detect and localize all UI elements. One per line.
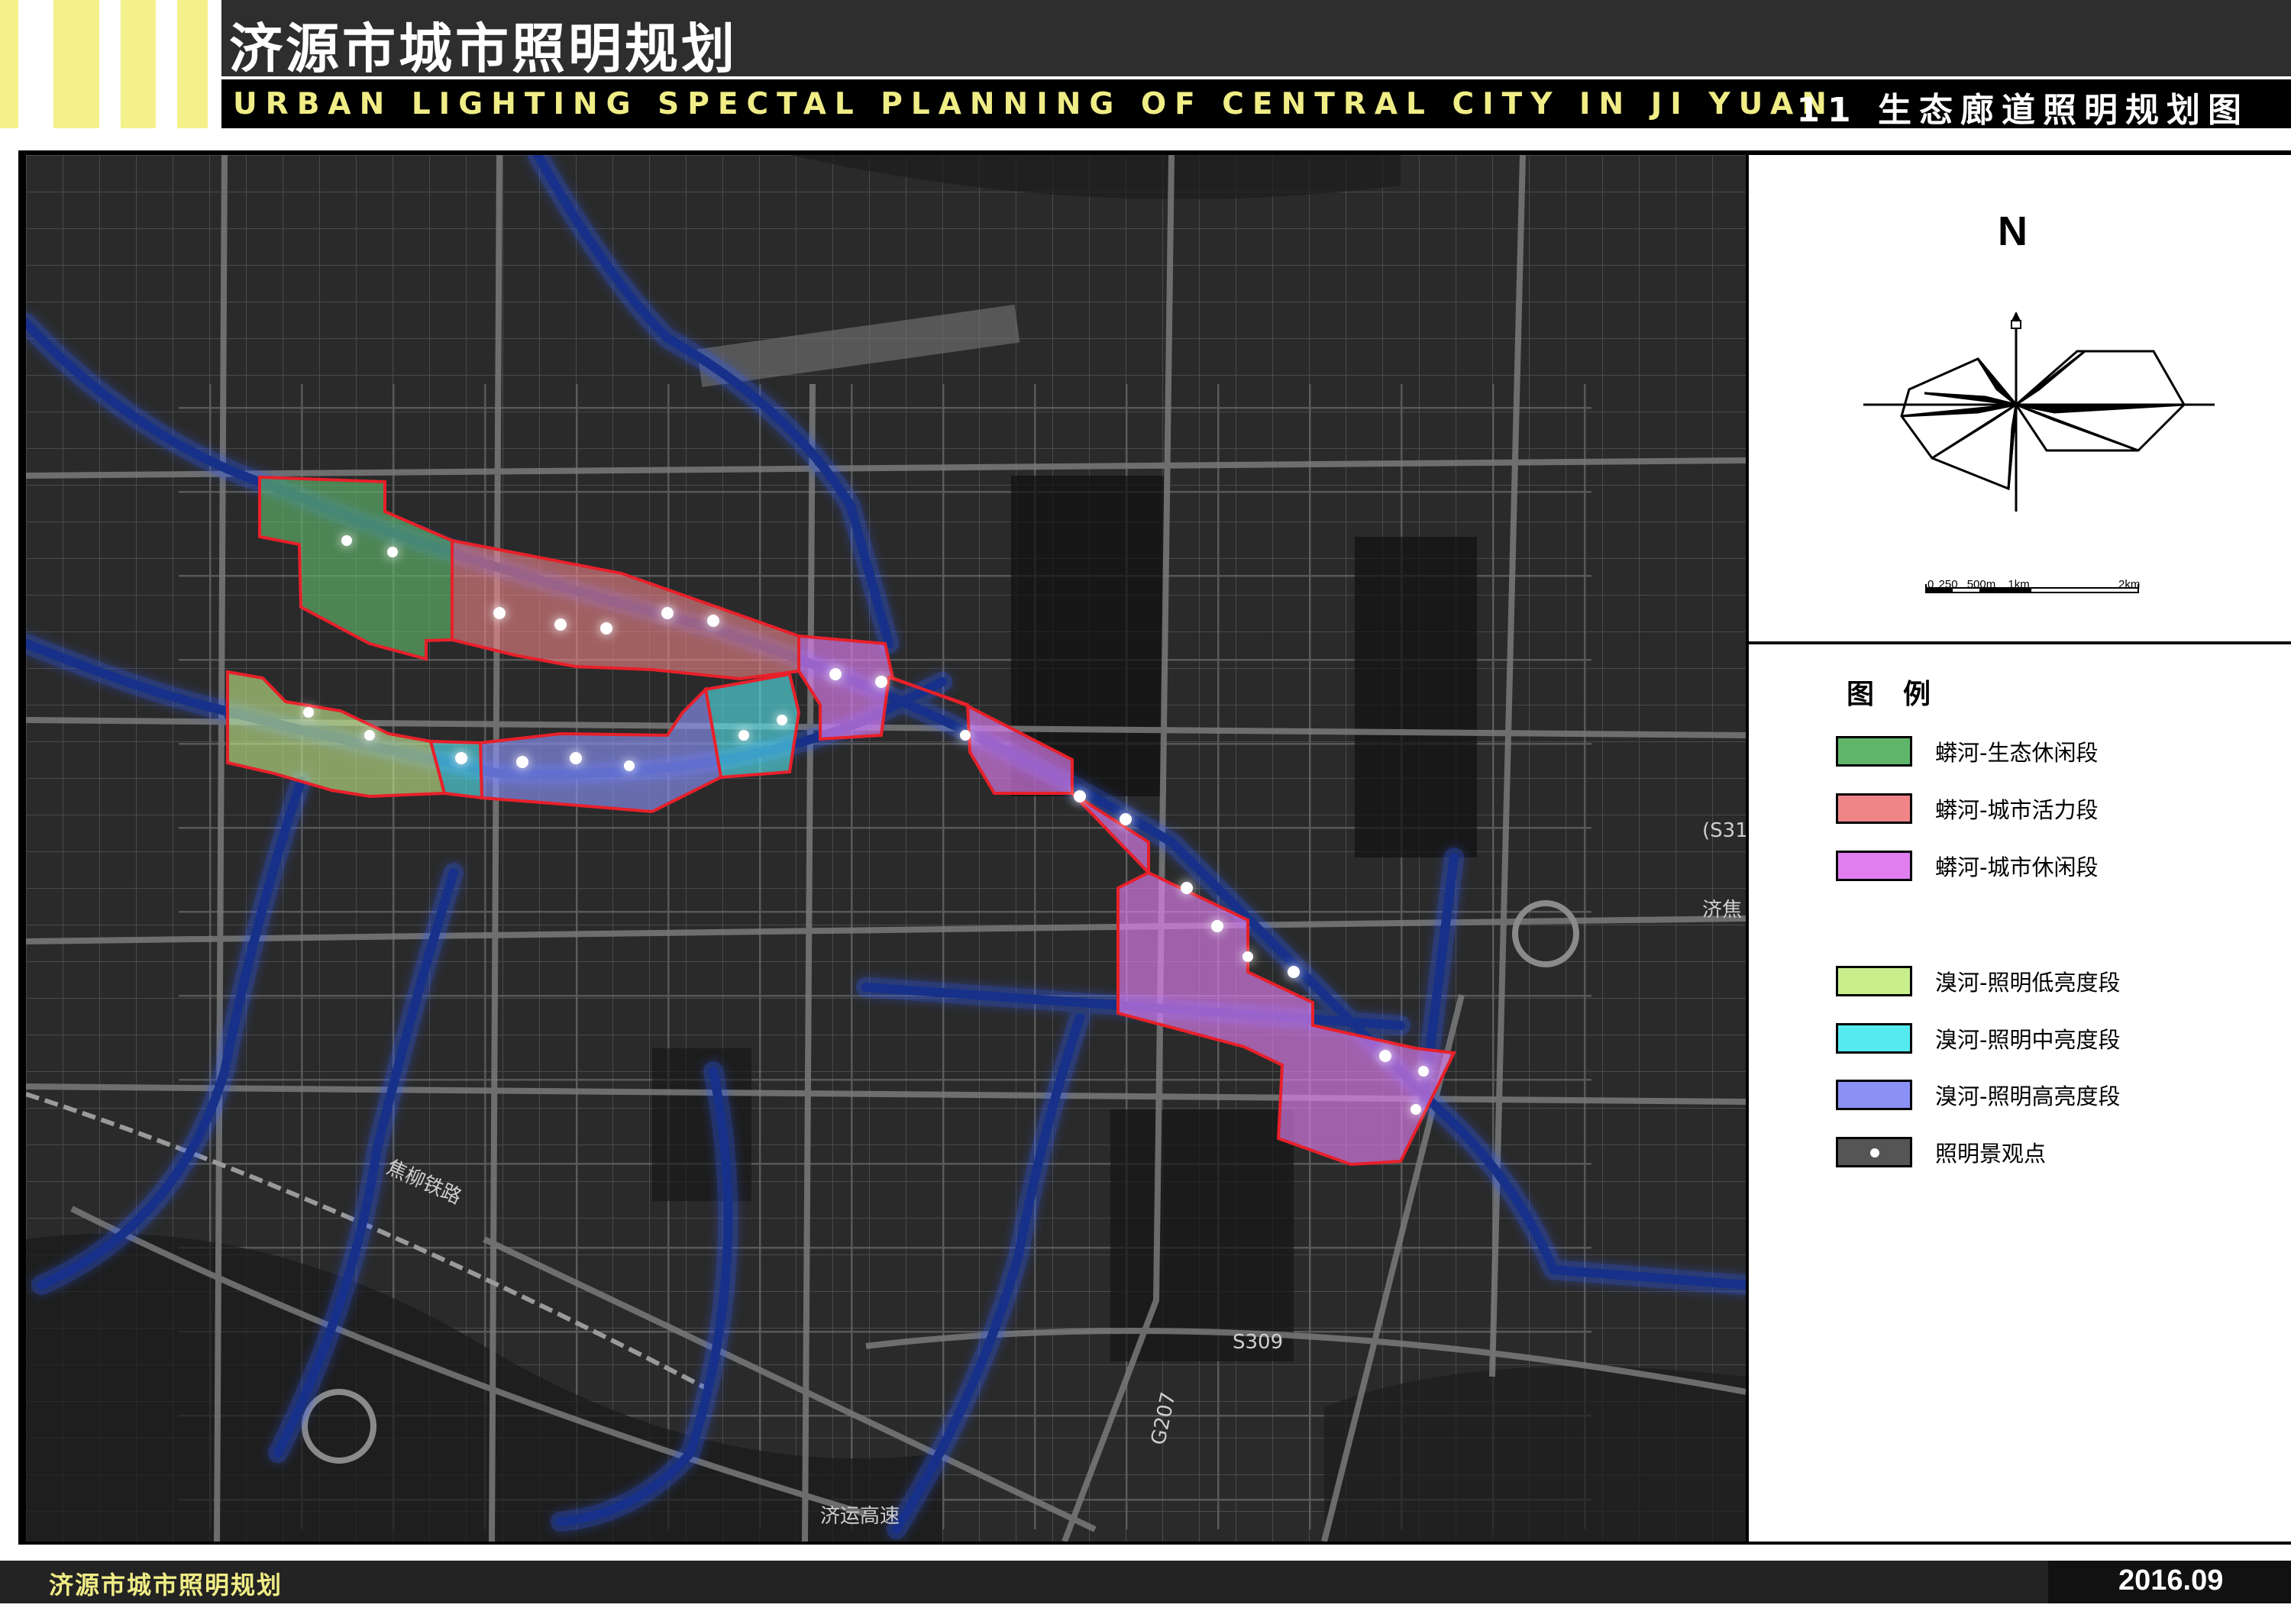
legend-label: 蟒河-城市休闲段 (1935, 854, 2099, 880)
scale-tick-0: 0 (1927, 578, 1934, 591)
legend-label: 溴河-照明中亮度段 (1935, 1027, 2121, 1053)
panel-divider (1749, 641, 2291, 644)
legend-item-viewpoint: 照明景观点 (1836, 1136, 2046, 1168)
legend-label: 溴河-照明低亮度段 (1935, 970, 2121, 996)
header-stripes (0, 0, 221, 128)
east-road-label: 济焦 (1702, 899, 1743, 922)
sheet-title: 11 生态廊道照明规划图 (1796, 91, 2249, 130)
legend-item-mang-ecological: 蟒河-生态休闲段 (1836, 735, 2098, 767)
page-subtitle-english: URBAN LIGHTING SPECTAL PLANNING OF CENTR… (233, 87, 1835, 121)
legend-swatch (1836, 1080, 1912, 1110)
legend-label: 蟒河-城市活力段 (1935, 797, 2099, 823)
legend-swatch (1836, 793, 1912, 824)
north-label: N (1998, 208, 2028, 254)
map-canvas[interactable]: 焦柳铁路 济运高速 S309 G207 (S31 济焦 (26, 155, 1746, 1542)
footer-bottom-strip (0, 1603, 2291, 1624)
legend-label: 溴河-照明高亮度段 (1935, 1083, 2121, 1109)
legend-item-qin-high: 溴河-照明高亮度段 (1836, 1079, 2120, 1111)
legend-swatch (1836, 1023, 1912, 1054)
scale-tick-2km: 2km (2118, 578, 2141, 591)
map-svg (26, 155, 1746, 1542)
road-s31-label: (S31 (1702, 819, 1746, 842)
scale-tick-1km: 1km (2008, 578, 2030, 591)
legend-item-mang-vitality: 蟒河-城市活力段 (1836, 793, 2098, 825)
legend-label: 蟒河-生态休闲段 (1935, 740, 2099, 766)
legend-item-mang-leisure: 蟒河-城市休闲段 (1836, 850, 2098, 882)
scale-tick-250: 250 (1938, 578, 1958, 591)
footer-date: 2016.09 (2118, 1564, 2224, 1597)
legend-item-qin-mid: 溴河-照明中亮度段 (1836, 1022, 2120, 1054)
page-title: 济源市城市照明规划 (229, 18, 738, 80)
compass-rose-icon (1863, 312, 2215, 512)
legend-label: 照明景观点 (1935, 1141, 2047, 1167)
legend-swatch (1836, 966, 1912, 996)
road-s309-label: S309 (1233, 1331, 1284, 1354)
viewpoint-dot-icon (1870, 1148, 1879, 1157)
footer-bar (0, 1561, 2291, 1603)
legend-swatch (1836, 736, 1912, 767)
legend-swatch (1836, 1137, 1912, 1167)
expressway-label: 济运高速 (820, 1505, 900, 1528)
scale-tick-500m: 500m (1966, 578, 1996, 591)
scale-labels: 0 250 500m 1km 2km (1927, 578, 2140, 591)
footer-title: 济源市城市照明规划 (49, 1571, 283, 1600)
legend-swatch (1836, 851, 1912, 881)
legend-title: 图例 (1847, 679, 1960, 710)
legend-item-qin-low: 溴河-照明低亮度段 (1836, 965, 2120, 997)
